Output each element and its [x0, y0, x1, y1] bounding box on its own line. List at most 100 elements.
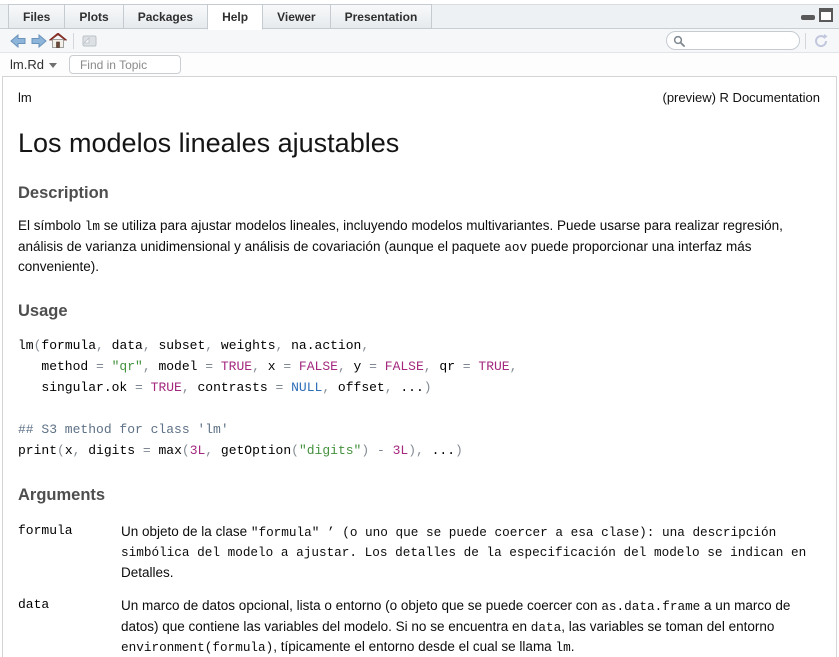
code-token: "qr": [112, 359, 143, 374]
code-token: formula: [41, 338, 96, 353]
doc-type-label: (preview) R Documentation: [662, 90, 820, 105]
code-token: TRUE: [151, 380, 182, 395]
back-icon[interactable]: [8, 32, 28, 50]
argument-description: Un objeto de la clase "formula" ’ (o uno…: [121, 522, 820, 583]
code-token: ,: [338, 359, 354, 374]
argument-row-data: dataUn marco de datos opcional, lista o …: [18, 596, 820, 657]
code-token: (: [291, 443, 299, 458]
inline-code: as.data.frame: [601, 599, 700, 614]
code-token: TRUE: [221, 359, 252, 374]
code-token: ,: [205, 443, 221, 458]
code-token: FALSE: [299, 359, 338, 374]
text-run: , típicamente el entorno desde el cual s…: [273, 639, 555, 654]
code-token: offset: [338, 380, 385, 395]
text-run: Un objeto de la clase: [121, 524, 251, 539]
code-token: ,: [510, 359, 518, 374]
code-token: FALSE: [385, 359, 424, 374]
code-token: ,: [252, 359, 268, 374]
code-token: ,: [205, 338, 221, 353]
inline-code: "formula": [251, 525, 320, 540]
maximize-icon[interactable]: [819, 8, 833, 22]
popout-icon[interactable]: [79, 32, 99, 50]
code-token: =: [96, 359, 112, 374]
argument-name: formula: [18, 522, 121, 583]
text-run: , las variables se toman del entorno: [561, 619, 774, 634]
toolbar-separator: [805, 33, 806, 49]
help-content[interactable]: lm (preview) R Documentation Los modelos…: [2, 76, 837, 657]
code-token: subset: [158, 338, 205, 353]
text-run: El símbolo: [18, 218, 85, 233]
code-token: -: [369, 443, 392, 458]
code-token: max: [158, 443, 181, 458]
pane-tab-bar: FilesPlotsPackagesHelpViewerPresentation: [0, 0, 839, 29]
window-controls: [801, 5, 833, 25]
code-token: 3L: [190, 443, 206, 458]
text-run: Un marco de datos opcional, lista o ento…: [121, 598, 601, 613]
tab-packages[interactable]: Packages: [123, 4, 207, 29]
code-token: ,: [276, 338, 292, 353]
code-token: getOption: [221, 443, 291, 458]
description-heading: Description: [18, 184, 820, 203]
code-token: =: [135, 380, 151, 395]
help-toolbar: [0, 29, 839, 53]
inline-code: lm: [85, 219, 100, 234]
arguments-table: formulaUn objeto de la clase "formula" ’…: [18, 522, 820, 657]
home-icon[interactable]: [48, 32, 68, 50]
toolbar-separator: [73, 33, 74, 49]
argument-row-formula: formulaUn objeto de la clase "formula" ’…: [18, 522, 820, 583]
code-token: singular.ok: [18, 380, 135, 395]
code-token: ,: [143, 338, 159, 353]
search-icon: [673, 35, 685, 47]
code-token: ,: [424, 359, 440, 374]
forward-icon[interactable]: [28, 32, 48, 50]
topic-bar: lm.Rd: [0, 53, 839, 76]
argument-description: Un marco de datos opcional, lista o ento…: [121, 596, 820, 657]
code-token: method: [18, 359, 96, 374]
argument-name: data: [18, 596, 121, 657]
code-token: digits: [88, 443, 143, 458]
tab-help[interactable]: Help: [207, 4, 263, 30]
code-token: ,: [361, 338, 369, 353]
help-search-box: [666, 31, 800, 50]
code-token: ## S3 method for class 'lm': [18, 422, 229, 437]
code-token: ,: [143, 359, 159, 374]
tab-plots[interactable]: Plots: [64, 4, 122, 29]
inline-code: aov: [504, 240, 527, 255]
arguments-heading: Arguments: [18, 486, 820, 505]
tab-files[interactable]: Files: [8, 4, 64, 29]
inline-code: data: [531, 620, 561, 635]
code-token: x: [268, 359, 284, 374]
search-input[interactable]: [685, 35, 793, 47]
code-token: ): [408, 443, 416, 458]
code-token: (: [182, 443, 190, 458]
description-paragraph: El símbolo lm se utiliza para ajustar mo…: [18, 216, 830, 277]
code-token: qr: [439, 359, 462, 374]
code-token: ,: [416, 443, 432, 458]
code-token: ,: [182, 380, 198, 395]
tab-viewer[interactable]: Viewer: [263, 4, 329, 29]
chevron-down-icon: [49, 63, 57, 68]
tab-presentation[interactable]: Presentation: [330, 4, 433, 29]
topic-file-dropdown[interactable]: lm.Rd: [10, 57, 57, 72]
refresh-icon[interactable]: [811, 32, 831, 50]
code-token: ,: [322, 380, 338, 395]
code-token: weights: [221, 338, 276, 353]
code-token: =: [463, 359, 479, 374]
code-token: =: [369, 359, 385, 374]
code-token: ...: [400, 380, 423, 395]
text-run: Detalles.: [121, 565, 174, 580]
doc-header: lm (preview) R Documentation: [18, 90, 820, 105]
code-token: ,: [96, 338, 112, 353]
code-token: =: [283, 359, 299, 374]
text-run: .: [571, 639, 575, 654]
usage-code-block: lm(formula, data, subset, weights, na.ac…: [18, 335, 820, 461]
code-token: x: [65, 443, 73, 458]
code-token: lm: [18, 338, 34, 353]
rstudio-help-pane: FilesPlotsPackagesHelpViewerPresentation: [0, 0, 839, 657]
code-token: "digits": [299, 443, 361, 458]
code-token: ): [455, 443, 463, 458]
code-token: ,: [385, 380, 401, 395]
topic-file-label: lm.Rd: [10, 57, 44, 72]
find-in-topic-input[interactable]: [69, 55, 181, 74]
minimize-icon[interactable]: [801, 8, 815, 22]
